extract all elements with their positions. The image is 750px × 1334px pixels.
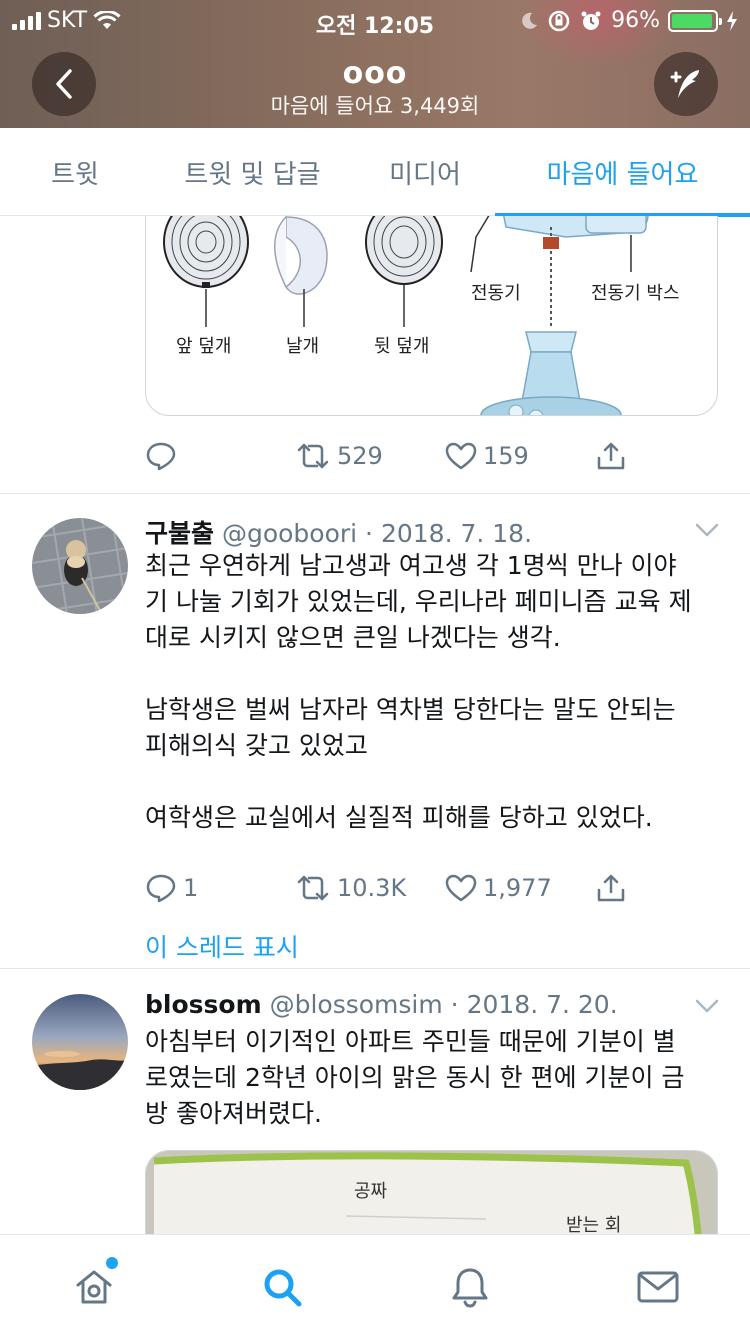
label-back-cover: 뒷 덮개: [374, 336, 430, 357]
search-tab[interactable]: [258, 1263, 306, 1311]
tab-media[interactable]: 미디어: [355, 128, 495, 216]
profile-name: ooo: [342, 56, 408, 91]
handle-and-date: @gooboori · 2018. 7. 18.: [221, 519, 533, 548]
like-button[interactable]: 1,977: [445, 873, 595, 903]
chevron-down-icon[interactable]: [694, 998, 720, 1014]
avatar-image-sunset: [32, 994, 128, 1090]
reply-button[interactable]: [145, 440, 295, 472]
compose-feather-icon: [670, 70, 699, 98]
status-bar: SKT 오전 12:05 96%: [0, 0, 750, 40]
bell-icon: [452, 1268, 488, 1308]
poem-text-line1: 공짜: [354, 1181, 388, 1202]
reply-icon: [146, 874, 176, 903]
share-icon: [597, 874, 625, 902]
like-count: 1,977: [483, 874, 552, 902]
display-name[interactable]: blossom: [145, 990, 262, 1019]
retweet-button[interactable]: 529: [295, 442, 445, 470]
profile-tabs: 트윗 트윗 및 답글 미디어 마음에 들어요: [0, 128, 750, 217]
label-motor: 전동기: [471, 283, 521, 304]
tab-likes[interactable]: 마음에 들어요: [495, 128, 750, 217]
retweet-icon: [297, 875, 329, 901]
handle-and-date: @blossomsim · 2018. 7. 20.: [269, 990, 618, 1019]
battery-icon: [668, 9, 722, 32]
tab-tweets[interactable]: 트윗: [0, 128, 150, 216]
share-button[interactable]: [595, 872, 627, 904]
charging-icon: [727, 10, 737, 31]
chevron-down-icon[interactable]: [694, 522, 720, 538]
tweet-text: 아침부터 이기적인 아파트 주민들 때문에 기분이 별 로였는데 2학년 아이의…: [145, 1027, 685, 1128]
alarm-icon: [581, 11, 601, 30]
battery-fill: [672, 13, 713, 28]
timeline[interactable]: 앞 덮개 날개 뒷 덮개 전동기 전동기 박스 529 159 구불출 @goo…: [0, 216, 750, 1234]
messages-tab[interactable]: [634, 1263, 682, 1311]
heart-icon: [445, 874, 477, 902]
poem-image[interactable]: 공짜 받는 회: [145, 1150, 718, 1234]
tab-tweets-and-replies[interactable]: 트윗 및 답글: [150, 128, 355, 216]
heart-icon: [445, 442, 477, 470]
tweet-actions: 1 10.3K 1,977: [145, 868, 645, 908]
bottom-tab-bar: [0, 1234, 750, 1334]
poem-notebook-illustration: [146, 1151, 717, 1234]
label-blade: 날개: [286, 336, 320, 357]
retweet-icon: [297, 443, 329, 469]
home-tab[interactable]: [70, 1257, 118, 1311]
share-button[interactable]: [595, 440, 627, 472]
home-notification-dot: [106, 1257, 118, 1269]
compose-tweet-button[interactable]: [654, 52, 718, 116]
reply-button[interactable]: 1: [145, 872, 295, 904]
reply-icon: [146, 442, 176, 471]
likes-count-subtitle: 마음에 들어요 3,449회: [270, 94, 480, 118]
tweet-header: 구불출 @gooboori · 2018. 7. 18.: [145, 514, 705, 550]
label-motor-box: 전동기 박스: [591, 283, 680, 304]
tweet-divider: [0, 968, 750, 969]
retweet-count: 529: [337, 442, 383, 470]
profile-header: SKT 오전 12:05 96% ooo 마음에 들어요 3,449회: [0, 0, 750, 128]
home-icon: [76, 1270, 112, 1304]
fan-diagram-illustration: [163, 216, 649, 415]
display-name[interactable]: 구불출: [145, 519, 214, 548]
rotation-lock-icon: [548, 10, 570, 31]
like-button[interactable]: 159: [445, 441, 595, 471]
like-count: 159: [483, 442, 529, 470]
mail-icon: [637, 1271, 679, 1303]
reply-count: 1: [183, 874, 199, 902]
retweet-button[interactable]: 10.3K: [295, 874, 445, 902]
status-right: 96%: [519, 8, 738, 33]
moon-icon: [522, 12, 538, 29]
retweet-count: 10.3K: [337, 874, 407, 902]
battery-percent: 96%: [611, 8, 660, 33]
poem-text-line2: 받는 회: [566, 1215, 622, 1234]
avatar[interactable]: [32, 518, 128, 614]
tweet-actions: 529 159: [145, 436, 645, 476]
avatar[interactable]: [32, 994, 128, 1090]
fan-diagram-image[interactable]: 앞 덮개 날개 뒷 덮개 전동기 전동기 박스: [145, 216, 718, 416]
tweet-divider: [0, 493, 750, 494]
tweet-header: blossom @blossomsim · 2018. 7. 20.: [145, 990, 705, 1019]
avatar-image-dog: [32, 518, 128, 614]
tweet-text: 최근 우연하게 남고생과 여고생 각 1명씩 만나 이야 기 나눌 기회가 있었…: [145, 551, 692, 832]
notifications-tab[interactable]: [446, 1263, 494, 1311]
show-thread-link[interactable]: 이 스레드 표시: [145, 928, 299, 964]
share-icon: [597, 442, 625, 470]
label-front-cover: 앞 덮개: [176, 336, 232, 357]
search-icon: [264, 1269, 302, 1307]
